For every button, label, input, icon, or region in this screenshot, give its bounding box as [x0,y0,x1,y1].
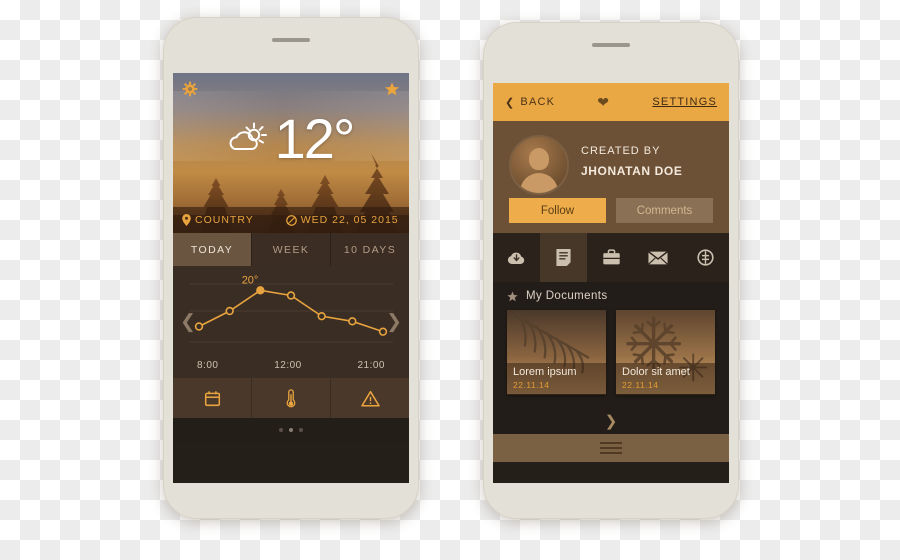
chart-xtick-1: 12:00 [274,360,302,371]
action-thermometer[interactable] [252,378,331,418]
action-calendar[interactable] [173,378,252,418]
nav-mail[interactable] [635,233,682,282]
pager-dot-1[interactable] [279,428,283,432]
right-phone-screen: ❮ BACK ❤ SETTINGS CREATED BY JHONATAN DO… [493,83,729,483]
phone-speaker-grill-right [592,43,630,47]
location-date-bar: COUNTRY WED 22, 05 2015 [173,207,409,233]
profile-buttons: Follow Comments [509,198,713,223]
thermometer-icon [286,388,296,407]
document-card-2-date: 22.11.14 [622,380,659,390]
documents-title: My Documents [526,290,608,302]
avatar-body [520,173,558,193]
heart-icon[interactable]: ❤ [597,95,609,109]
profile-section: CREATED BY JHONATAN DOE Follow Comments [493,121,729,233]
svg-text:20°: 20° [242,274,259,286]
document-card-1-title: Lorem ipsum [513,366,577,378]
document-icon [556,249,571,266]
back-label: BACK [520,96,556,108]
expand-chevron-down-icon[interactable]: ❯ [493,414,729,429]
envelope-icon [648,250,669,265]
nav-cloud-download[interactable] [493,233,540,282]
date-segment: WED 22, 05 2015 [285,214,399,226]
created-by-label: CREATED BY [581,145,661,157]
phone-speaker-grill [272,38,310,42]
document-card-1-date: 22.11.14 [513,380,550,390]
avatar[interactable] [509,135,569,195]
date-label: WED 22, 05 2015 [300,214,399,226]
profile-text: CREATED BY JHONATAN DOE [581,145,682,178]
document-card-2-caption: Dolor sit amet 22.11.14 [616,363,715,395]
clock-icon [285,214,297,226]
hamburger-icon [600,439,622,457]
nav-currency[interactable] [682,233,729,282]
tab-10-days[interactable]: 10 DAYS [331,233,409,266]
chart-xtick-2: 21:00 [357,360,385,371]
left-phone-screen: 12° COUNTRY WED 22, 05 2015 TODAY WEEK 1… [173,73,409,483]
settings-link[interactable]: SETTINGS [652,96,717,108]
tab-week[interactable]: WEEK [252,233,331,266]
currency-circle-icon [697,249,714,266]
pager-dot-3[interactable] [299,428,303,432]
chevron-left-icon: ❮ [505,96,516,109]
warning-triangle-icon [360,390,380,406]
documents-header: My Documents [493,282,729,302]
weather-hero: 12° COUNTRY WED 22, 05 2015 [173,73,409,233]
pager-dots [173,418,409,442]
bottom-handle-bar[interactable] [493,434,729,462]
action-warning[interactable] [331,378,409,418]
tab-today[interactable]: TODAY [173,233,252,266]
gear-icon[interactable] [182,81,198,97]
calendar-icon [204,390,220,406]
follow-button[interactable]: Follow [509,198,606,223]
map-pin-icon [182,214,191,226]
chart-xtick-0: 8:00 [197,360,219,371]
document-card-1[interactable]: Lorem ipsum 22.11.14 [507,310,606,395]
document-card-2-title: Dolor sit amet [622,366,690,378]
temperature-chart: ❮ ❯ 20° 8:00 12:00 21:00 [173,266,409,378]
location-label: COUNTRY [195,214,254,226]
avatar-head [529,148,549,170]
nav-documents[interactable] [540,233,588,282]
location-segment: COUNTRY [182,214,254,226]
document-card-1-caption: Lorem ipsum 22.11.14 [507,363,606,395]
nav-briefcase[interactable] [587,233,634,282]
action-bar [173,378,409,418]
author-name: JHONATAN DOE [581,164,683,178]
section-nav-bar [493,233,729,282]
top-navigation-bar: ❮ BACK ❤ SETTINGS [493,83,729,121]
briefcase-icon [602,249,620,265]
documents-section: My Documents Lorem ipsum 22.11.14 Dolor … [493,282,729,434]
forecast-tabs: TODAY WEEK 10 DAYS [173,233,409,266]
phone-left: 12° COUNTRY WED 22, 05 2015 TODAY WEEK 1… [163,17,419,519]
phone-right: ❮ BACK ❤ SETTINGS CREATED BY JHONATAN DO… [483,22,739,519]
documents-grid: Lorem ipsum 22.11.14 Dolor sit amet 22.1… [493,302,729,395]
comments-button[interactable]: Comments [616,198,713,223]
cloud-download-icon [507,252,525,264]
document-card-2[interactable]: Dolor sit amet 22.11.14 [616,310,715,395]
pager-dot-2[interactable] [289,428,293,432]
back-button[interactable]: ❮ BACK [505,96,555,109]
star-icon [507,290,518,301]
chart-x-axis-labels: 8:00 12:00 21:00 [197,360,385,371]
star-icon[interactable] [384,81,400,97]
